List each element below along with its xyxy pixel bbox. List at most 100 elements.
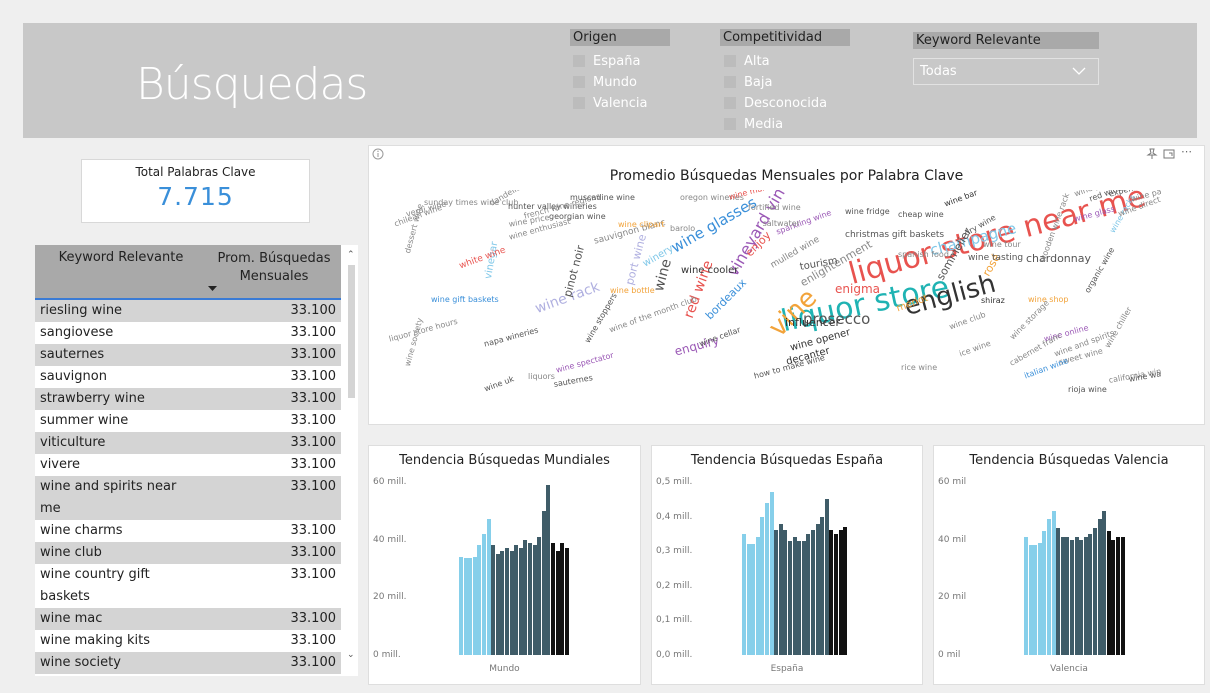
trend-bar[interactable] bbox=[1033, 545, 1037, 655]
trend-bar[interactable] bbox=[473, 557, 477, 655]
trend-bar[interactable] bbox=[1121, 537, 1125, 655]
trend-bar[interactable] bbox=[760, 517, 764, 655]
trend-bar[interactable] bbox=[1111, 540, 1115, 655]
trend-bar[interactable] bbox=[1102, 511, 1106, 655]
trend-bar[interactable] bbox=[1061, 537, 1065, 655]
trend-bar[interactable] bbox=[1088, 534, 1092, 655]
info-icon[interactable] bbox=[372, 148, 384, 163]
checkbox-icon[interactable] bbox=[573, 76, 585, 88]
trend-bar[interactable] bbox=[551, 543, 555, 655]
checkbox-icon[interactable] bbox=[573, 55, 585, 67]
wordcloud-word[interactable]: wine gift baskets bbox=[431, 295, 499, 304]
competitividad-option-alta[interactable]: Alta bbox=[724, 51, 770, 72]
wordcloud-word[interactable]: cheap wine bbox=[898, 210, 944, 219]
scroll-down-icon[interactable]: ⌄ bbox=[347, 650, 355, 660]
origen-option-mundo[interactable]: Mundo bbox=[573, 72, 637, 93]
origen-option-valencia[interactable]: Valencia bbox=[573, 93, 647, 114]
trend-bar[interactable] bbox=[774, 530, 778, 655]
checkbox-icon[interactable] bbox=[724, 55, 736, 67]
wordcloud-word[interactable]: fortified wine bbox=[748, 203, 801, 212]
checkbox-icon[interactable] bbox=[724, 97, 736, 109]
trend-bar[interactable] bbox=[496, 554, 500, 655]
wordcloud-word[interactable]: wine chiller bbox=[1103, 305, 1134, 349]
trend-bar[interactable] bbox=[500, 551, 504, 655]
table-row[interactable]: sauternes 33.100 bbox=[35, 344, 341, 366]
wordcloud-word[interactable]: bordeaux bbox=[703, 276, 749, 322]
table-row[interactable]: wine club 33.100 bbox=[35, 542, 341, 564]
trend-bar[interactable] bbox=[770, 492, 774, 655]
wordcloud-word[interactable]: wine spectator bbox=[555, 351, 615, 375]
table-row[interactable]: summer wine 33.100 bbox=[35, 410, 341, 432]
wordcloud-word[interactable]: christmas gift baskets bbox=[845, 230, 944, 240]
scroll-up-icon[interactable]: ⌃ bbox=[347, 250, 355, 260]
trend-bar[interactable] bbox=[468, 558, 472, 655]
trend-bar[interactable] bbox=[528, 543, 532, 655]
trend-bar[interactable] bbox=[1093, 528, 1097, 655]
wordcloud-word[interactable]: spanish food bbox=[898, 250, 949, 259]
trend-bar[interactable] bbox=[843, 527, 847, 655]
trend-bar[interactable] bbox=[537, 537, 541, 655]
table-row[interactable]: wine mac 33.100 bbox=[35, 608, 341, 630]
wordcloud-word[interactable]: wine bottle bbox=[610, 286, 655, 295]
keyword-dropdown[interactable]: Todas bbox=[913, 58, 1099, 85]
trend-bar[interactable] bbox=[565, 548, 569, 655]
trend-bar[interactable] bbox=[1024, 537, 1028, 655]
scrollbar-thumb[interactable] bbox=[348, 265, 355, 398]
trend-bar[interactable] bbox=[1070, 540, 1074, 655]
competitividad-option-media[interactable]: Media bbox=[724, 114, 783, 135]
trend-bar[interactable] bbox=[839, 530, 843, 655]
wordcloud-word[interactable]: ice wine bbox=[958, 339, 992, 359]
trend-bar[interactable] bbox=[756, 537, 760, 655]
trend-bar[interactable] bbox=[542, 511, 546, 655]
trend-bar[interactable] bbox=[556, 551, 560, 655]
wordcloud-word[interactable]: rioja wine bbox=[1068, 385, 1107, 394]
trend-bar[interactable] bbox=[1075, 537, 1079, 655]
trend-bar[interactable] bbox=[806, 534, 810, 655]
column-header-busquedas[interactable]: Prom. Búsquedas Mensuales bbox=[207, 250, 341, 286]
trend-bar[interactable] bbox=[816, 524, 820, 655]
table-row[interactable]: wine country gift baskets 33.100 bbox=[35, 564, 341, 608]
trend-bar[interactable] bbox=[1029, 545, 1033, 655]
wordcloud-word[interactable]: wine fridge bbox=[845, 207, 890, 216]
column-header-keyword[interactable]: Keyword Relevante bbox=[35, 250, 207, 265]
wordcloud-word[interactable]: wine cooler bbox=[681, 265, 738, 276]
table-row[interactable]: vivere 33.100 bbox=[35, 454, 341, 476]
trend-bar[interactable] bbox=[747, 544, 751, 655]
trend-bar[interactable] bbox=[820, 517, 824, 655]
trend-bar[interactable] bbox=[477, 545, 481, 655]
wordcloud-word[interactable]: wine clipart bbox=[618, 220, 665, 229]
trend-bar[interactable] bbox=[742, 534, 746, 655]
wordcloud-word[interactable]: muscadine wine bbox=[570, 193, 635, 202]
trend-bar[interactable] bbox=[797, 541, 801, 655]
trend-bar[interactable] bbox=[1042, 531, 1046, 655]
more-options-icon[interactable]: ⋯ bbox=[1181, 145, 1193, 158]
table-row[interactable]: riesling wine 33.100 bbox=[35, 300, 341, 322]
wordcloud-word[interactable]: italian wine bbox=[1023, 356, 1069, 380]
trend-bar[interactable] bbox=[482, 534, 486, 655]
trend-bar[interactable] bbox=[510, 551, 514, 655]
trend-bar[interactable] bbox=[788, 541, 792, 655]
wordcloud-word[interactable]: influencer bbox=[785, 316, 840, 329]
trend-bar[interactable] bbox=[1052, 511, 1056, 655]
competitividad-option-desconocida[interactable]: Desconocida bbox=[724, 93, 827, 114]
wordcloud-word[interactable]: saltwater bbox=[763, 219, 800, 228]
wordcloud-word[interactable]: wine bar bbox=[943, 190, 979, 208]
wordcloud-word[interactable]: enigma bbox=[835, 282, 880, 296]
wordcloud-word[interactable]: wine tour bbox=[983, 240, 1021, 249]
wordcloud-word[interactable]: wine uk bbox=[483, 374, 515, 393]
wordcloud-word[interactable]: rice wine bbox=[901, 363, 937, 372]
trend-bar[interactable] bbox=[834, 534, 838, 655]
wordcloud-word[interactable]: barolo bbox=[670, 224, 695, 233]
table-row[interactable]: sauvignon 33.100 bbox=[35, 366, 341, 388]
table-row[interactable]: wine society 33.100 bbox=[35, 652, 341, 674]
competitividad-option-baja[interactable]: Baja bbox=[724, 72, 772, 93]
trend-bar[interactable] bbox=[519, 548, 523, 655]
trend-bar[interactable] bbox=[491, 545, 495, 655]
trend-bar[interactable] bbox=[546, 485, 550, 655]
trend-bar[interactable] bbox=[811, 530, 815, 655]
table-scrollbar[interactable]: ⌃ ⌄ bbox=[345, 245, 358, 676]
trend-bar[interactable] bbox=[765, 503, 769, 655]
wordcloud-word[interactable]: shiraz bbox=[981, 296, 1005, 305]
wordcloud-word[interactable]: wine society bbox=[403, 317, 425, 367]
wordcloud-word[interactable]: wine stoppers bbox=[583, 291, 619, 344]
